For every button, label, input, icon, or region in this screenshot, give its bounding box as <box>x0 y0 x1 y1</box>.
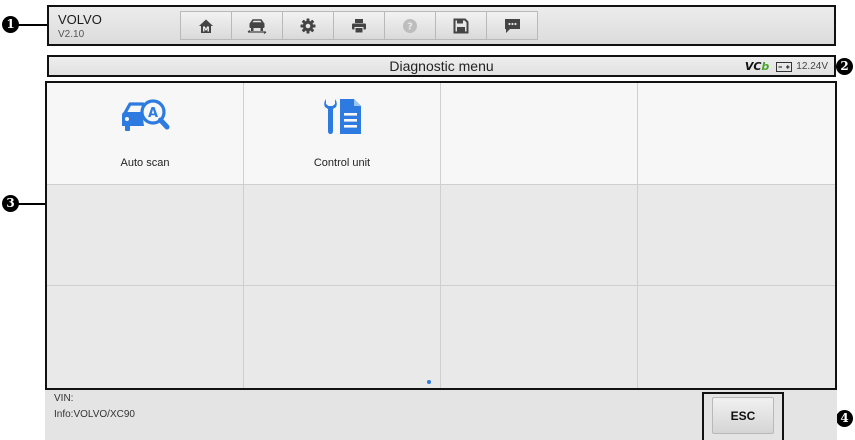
print-icon <box>352 18 366 33</box>
esc-button[interactable]: ESC <box>712 397 774 434</box>
toolbar-buttons: M ? <box>180 11 538 40</box>
diagnostic-menu-grid: A Auto scan Control unit <box>45 81 837 390</box>
home-icon: M <box>199 19 213 33</box>
vehicle-swap-icon <box>247 18 267 34</box>
vci-logo-prefix: VC <box>744 60 762 73</box>
vin-label: VIN: <box>54 393 74 404</box>
top-toolbar: VOLVO V2.10 M ? <box>47 5 836 46</box>
save-icon <box>453 18 469 33</box>
callout-2: 2 <box>836 58 853 75</box>
message-button[interactable] <box>486 11 538 40</box>
menu-tile-empty <box>638 184 835 287</box>
menu-tile-label: Auto scan <box>120 157 170 169</box>
menu-tile-auto-scan[interactable]: A Auto scan <box>47 83 244 185</box>
app-title: VOLVO <box>58 12 102 27</box>
callout-4: 4 <box>836 410 853 427</box>
menu-tile-empty <box>47 184 244 287</box>
callout-1-line <box>18 24 47 26</box>
battery-icon <box>776 61 793 72</box>
print-button[interactable] <box>333 11 385 40</box>
callout-3-line <box>18 203 45 205</box>
menu-tile-empty <box>638 83 835 185</box>
settings-icon <box>300 18 316 33</box>
callout-1: 1 <box>2 16 19 33</box>
message-icon <box>504 18 520 33</box>
settings-button[interactable] <box>282 11 334 40</box>
battery-voltage: 12.24V <box>796 61 828 72</box>
vci-logo: VCb <box>745 60 769 73</box>
help-icon: ? <box>403 18 417 33</box>
status-bar: Diagnostic menu VCb 12.24V <box>47 55 836 77</box>
vci-status: VCb 12.24V <box>745 60 828 73</box>
page-title: Diagnostic menu <box>389 58 494 74</box>
vci-logo-suffix: b <box>761 60 770 73</box>
vehicle-info: Info:VOLVO/XC90 <box>54 409 135 420</box>
vehicle-swap-button[interactable] <box>231 11 283 40</box>
page-indicator-dot <box>427 380 431 384</box>
menu-tile-empty <box>244 184 441 287</box>
home-button[interactable]: M <box>180 11 232 40</box>
svg-text:?: ? <box>407 21 413 32</box>
menu-tile-label: Control unit <box>313 157 371 169</box>
app-version: V2.10 <box>58 29 85 40</box>
menu-tile-empty <box>441 184 638 287</box>
help-button[interactable]: ? <box>384 11 436 40</box>
menu-tile-empty <box>244 286 441 388</box>
menu-tile-empty <box>441 83 638 185</box>
menu-tile-empty <box>638 286 835 388</box>
svg-text:A: A <box>148 106 158 121</box>
control-unit-icon <box>324 99 361 134</box>
save-button[interactable] <box>435 11 487 40</box>
menu-tile-control-unit[interactable]: Control unit <box>244 83 441 185</box>
auto-scan-icon: A <box>122 99 170 131</box>
svg-text:M: M <box>203 25 210 33</box>
menu-tile-empty <box>441 286 638 388</box>
callout-3: 3 <box>2 195 19 212</box>
menu-tile-empty <box>47 286 244 388</box>
